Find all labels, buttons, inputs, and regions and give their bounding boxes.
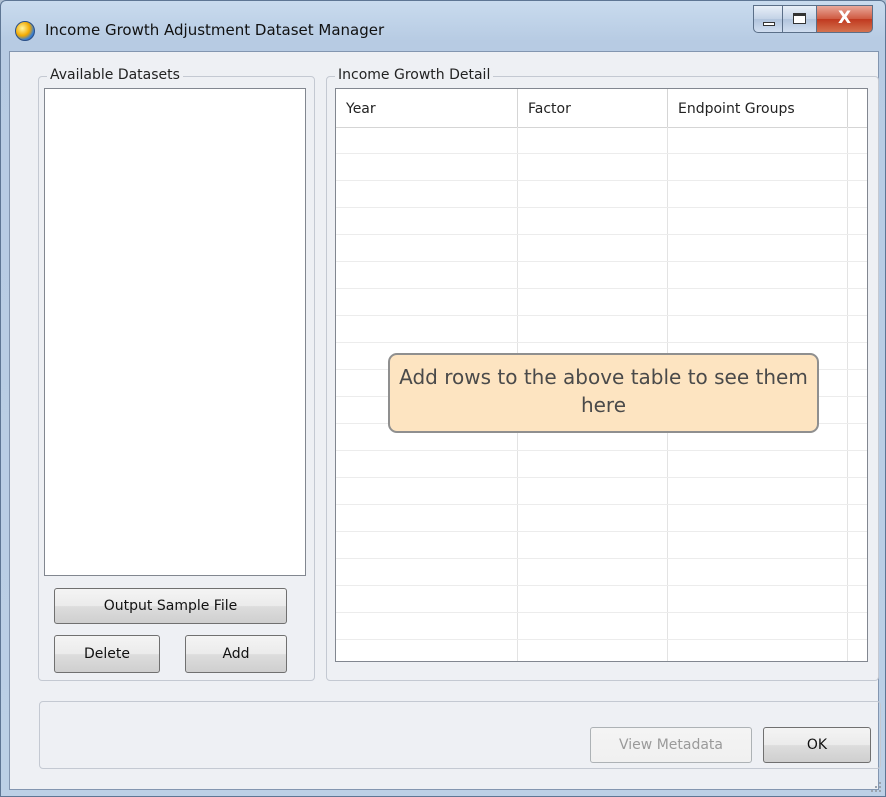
ok-button[interactable]: OK: [763, 727, 871, 763]
datasets-listbox[interactable]: [44, 88, 306, 576]
column-header-endpoint-groups[interactable]: Endpoint Groups: [668, 89, 848, 127]
available-datasets-label: Available Datasets: [47, 67, 183, 83]
table-row-line: [336, 288, 867, 289]
table-row-line: [336, 315, 867, 316]
table-row-line: [336, 153, 867, 154]
table-row-line: [336, 234, 867, 235]
maximize-icon: [793, 13, 806, 24]
table-row-line: [336, 180, 867, 181]
view-metadata-button[interactable]: View Metadata: [590, 727, 752, 763]
table-row-line: [336, 585, 867, 586]
add-button[interactable]: Add: [185, 635, 287, 673]
maximize-button[interactable]: [783, 5, 817, 33]
delete-button[interactable]: Delete: [54, 635, 160, 673]
table-row-line: [336, 450, 867, 451]
table-row-line: [336, 504, 867, 505]
table-row-line: [336, 558, 867, 559]
close-button[interactable]: X: [817, 5, 873, 33]
table-row-line: [336, 477, 867, 478]
table-row-line: [336, 207, 867, 208]
table-row-line: [336, 531, 867, 532]
income-growth-detail-label: Income Growth Detail: [335, 67, 494, 83]
table-row-line: [336, 261, 867, 262]
minimize-button[interactable]: [753, 5, 783, 33]
column-header-year[interactable]: Year: [336, 89, 518, 127]
empty-table-hint: Add rows to the above table to see them …: [388, 353, 819, 433]
minimize-icon: [763, 22, 775, 26]
globe-app-icon: [15, 21, 35, 41]
window-title: Income Growth Adjustment Dataset Manager: [45, 21, 385, 39]
window-controls: X: [753, 5, 873, 37]
column-header-factor[interactable]: Factor: [518, 89, 668, 127]
title-bar[interactable]: Income Growth Adjustment Dataset Manager…: [1, 1, 885, 51]
dataset-manager-window: Income Growth Adjustment Dataset Manager…: [0, 0, 886, 797]
table-row-line: [336, 639, 867, 640]
table-row-line: [336, 612, 867, 613]
output-sample-file-button[interactable]: Output Sample File: [54, 588, 287, 624]
close-icon: X: [837, 8, 852, 28]
table-header: Year Factor Endpoint Groups: [336, 89, 867, 128]
table-row-line: [336, 342, 867, 343]
resize-grip[interactable]: [871, 782, 881, 792]
footer-panel: [39, 701, 881, 769]
